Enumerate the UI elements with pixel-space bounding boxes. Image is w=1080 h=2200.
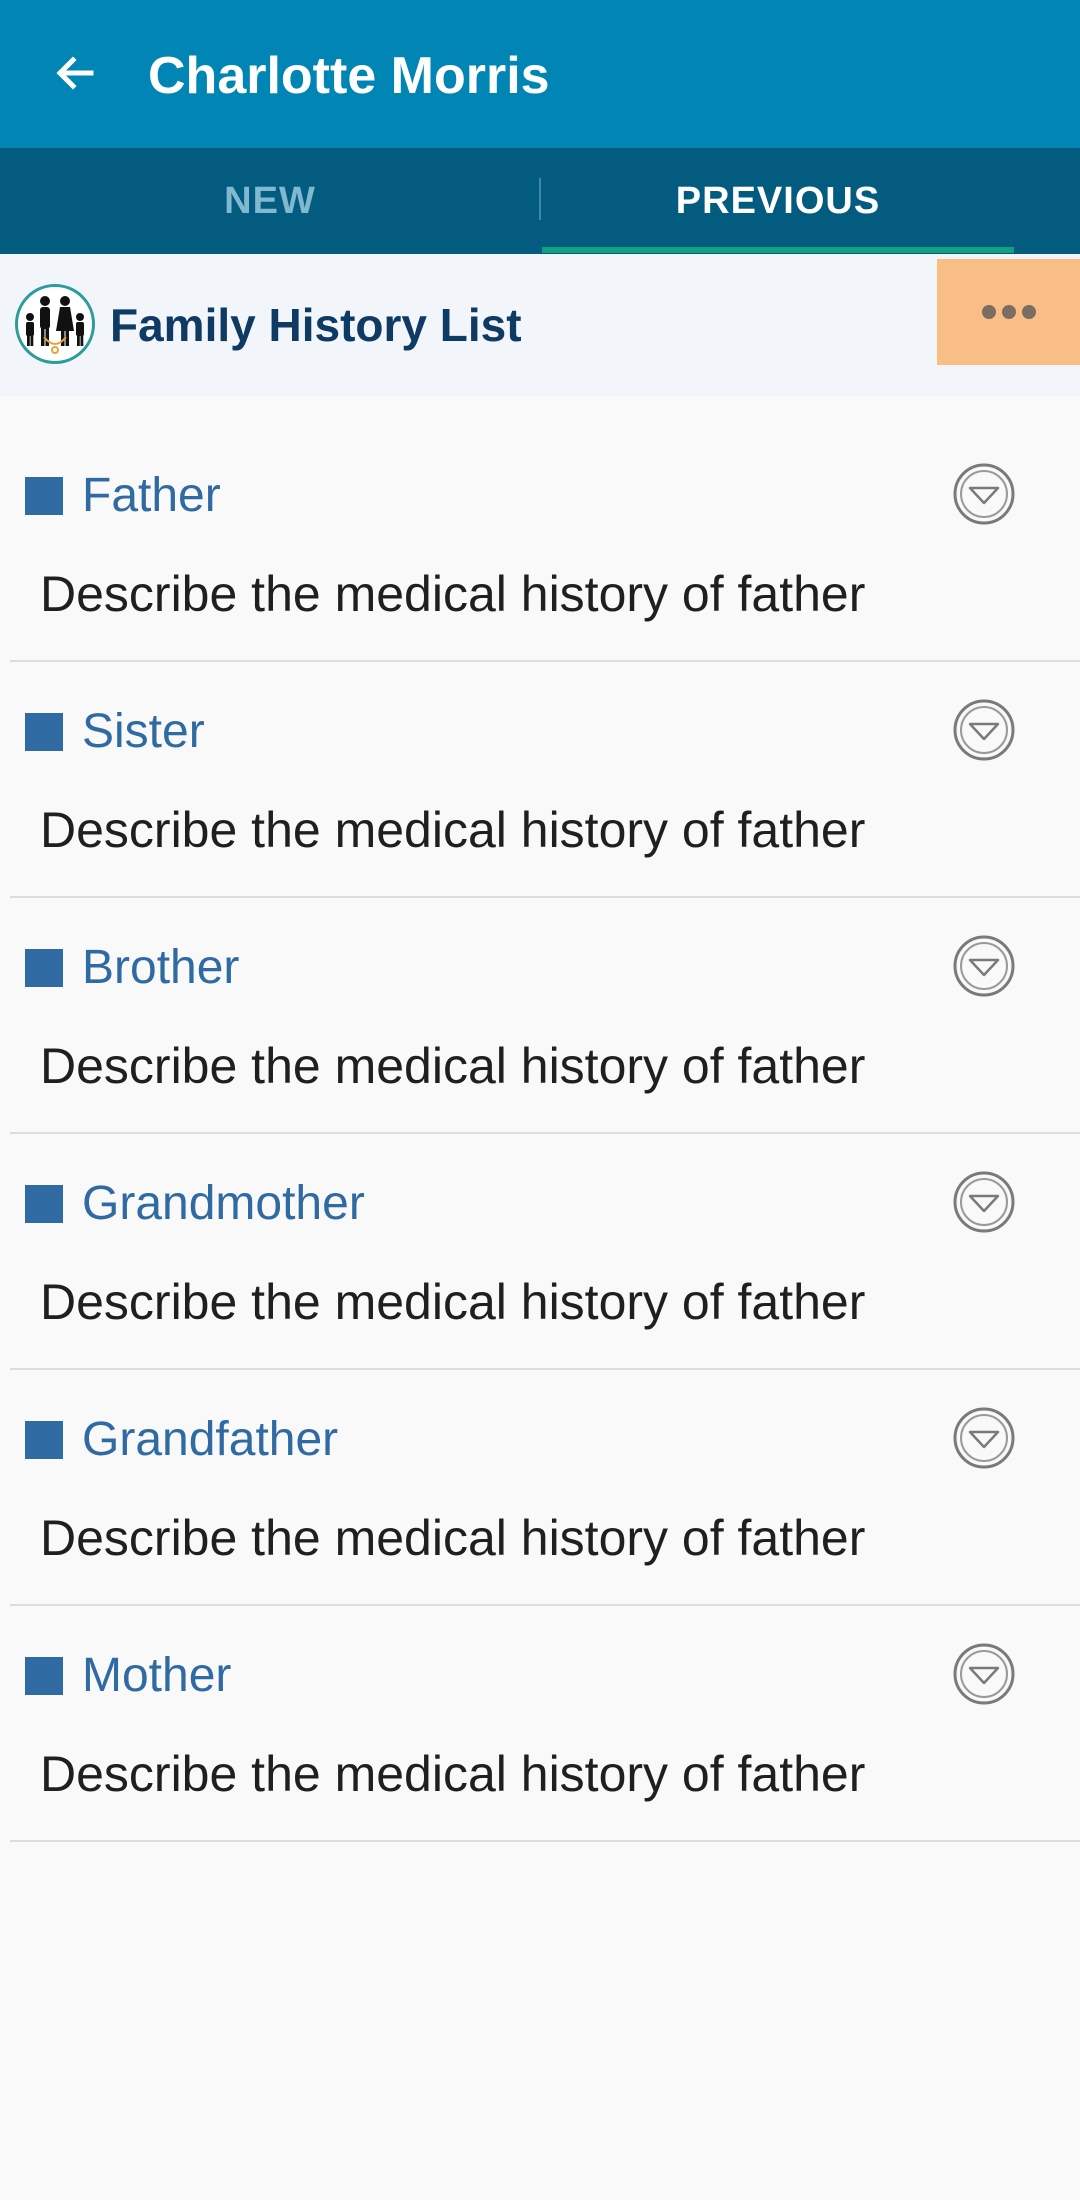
tab-bar: NEW PREVIOUS	[0, 148, 1080, 254]
description-text: Describe the medical history of father	[40, 1038, 866, 1094]
tab-divider	[539, 178, 541, 220]
more-options-button[interactable]	[937, 259, 1080, 365]
relation-label: Brother	[82, 941, 240, 994]
list-item[interactable]: Grandmother Describe the medical history…	[10, 1134, 1080, 1370]
list-item[interactable]: Grandfather Describe the medical history…	[10, 1370, 1080, 1606]
description-text: Describe the medical history of father	[40, 1746, 866, 1802]
family-history-list: Father Describe the medical history of f…	[10, 426, 1080, 1842]
list-item[interactable]: Father Describe the medical history of f…	[10, 426, 1080, 662]
relation-label: Grandmother	[82, 1177, 365, 1230]
chevron-down-circle-icon[interactable]	[952, 1406, 1016, 1470]
bullet-square	[25, 1421, 63, 1459]
app-bar: Charlotte Morris	[0, 0, 1080, 148]
page-title: Charlotte Morris	[148, 47, 550, 105]
description-text: Describe the medical history of father	[40, 1274, 866, 1330]
description-text: Describe the medical history of father	[40, 566, 866, 622]
tab-previous[interactable]: PREVIOUS	[542, 148, 1014, 254]
chevron-down-circle-icon[interactable]	[952, 698, 1016, 762]
bullet-square	[25, 713, 63, 751]
family-icon	[15, 284, 95, 364]
chevron-down-circle-icon[interactable]	[952, 934, 1016, 998]
bullet-square	[25, 1185, 63, 1223]
description-text: Describe the medical history of father	[40, 1510, 866, 1566]
section-title: Family History List	[110, 299, 522, 351]
back-button[interactable]	[36, 34, 114, 112]
chevron-down-circle-icon[interactable]	[952, 1170, 1016, 1234]
relation-label: Father	[82, 469, 221, 522]
description-text: Describe the medical history of father	[40, 802, 866, 858]
bullet-square	[25, 477, 63, 515]
list-item[interactable]: Sister Describe the medical history of f…	[10, 662, 1080, 898]
relation-label: Grandfather	[82, 1413, 339, 1466]
chevron-down-circle-icon[interactable]	[952, 1642, 1016, 1706]
tab-indicator	[542, 247, 1014, 253]
list-item[interactable]: Brother Describe the medical history of …	[10, 898, 1080, 1134]
relation-label: Sister	[82, 705, 205, 758]
section-header: Family History List	[0, 254, 1080, 396]
more-horizontal-icon	[981, 305, 1036, 319]
bullet-square	[25, 949, 63, 987]
bullet-square	[25, 1657, 63, 1695]
chevron-down-circle-icon[interactable]	[952, 462, 1016, 526]
relation-label: Mother	[82, 1649, 232, 1702]
list-item[interactable]: Mother Describe the medical history of f…	[10, 1606, 1080, 1842]
tab-new[interactable]: NEW	[0, 148, 540, 254]
arrow-left-icon	[56, 56, 94, 90]
